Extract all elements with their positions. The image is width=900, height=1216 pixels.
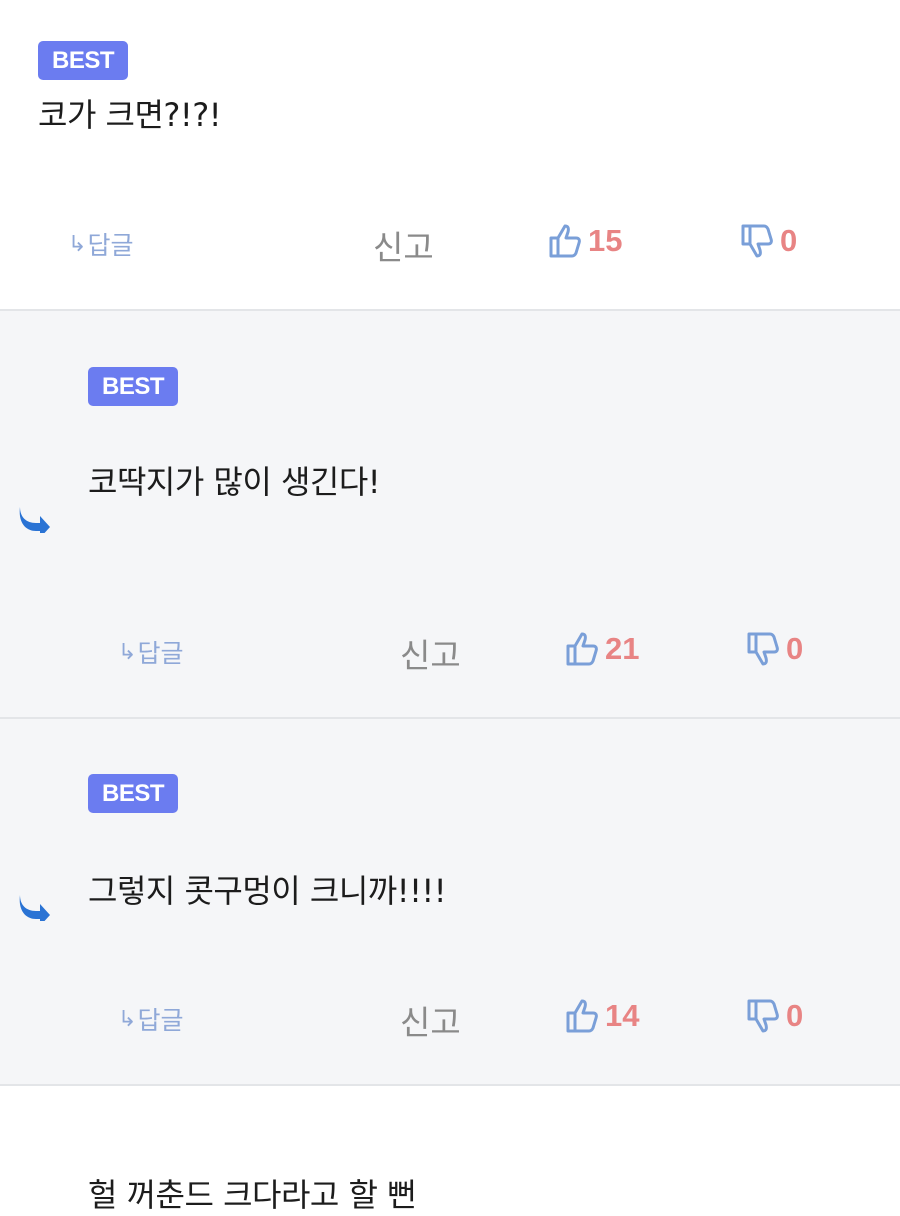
comment-item: 헐 꺼춘드 크다라고 할 뻔	[0, 1086, 900, 1214]
like-count: 21	[605, 631, 640, 666]
like-count: 14	[605, 998, 640, 1033]
reply-comment-item: BEST 그렇지 콧구멍이 크니까!!!! ↳ 답글 신고 14 0	[0, 719, 900, 1086]
report-button[interactable]: 신고	[373, 221, 434, 269]
like-button[interactable]: 14	[565, 998, 639, 1034]
reply-small-arrow-icon: ↳	[118, 639, 137, 665]
reply-label: 답글	[87, 231, 134, 260]
reply-label: 답글	[137, 639, 184, 668]
thumbs-up-icon	[566, 632, 598, 666]
dislike-button[interactable]: 0	[746, 998, 803, 1034]
report-button[interactable]: 신고	[400, 996, 461, 1044]
reply-comment-item: BEST 코딱지가 많이 생긴다! ↳ 답글 신고 21 0	[0, 311, 900, 719]
reply-small-arrow-icon: ↳	[118, 1006, 137, 1032]
best-badge: BEST	[88, 367, 178, 406]
comment-item: BEST 코가 크면?!?! ↳ 답글 신고 15 0	[0, 0, 900, 311]
thumbs-down-icon	[747, 999, 779, 1033]
dislike-count: 0	[786, 998, 804, 1033]
dislike-count: 0	[780, 223, 798, 258]
reply-small-arrow-icon: ↳	[68, 231, 87, 257]
reply-button[interactable]: ↳ 답글	[118, 1001, 183, 1037]
report-button[interactable]: 신고	[400, 629, 461, 677]
dislike-button[interactable]: 0	[740, 223, 797, 259]
comment-text: 코딱지가 많이 생긴다!	[88, 463, 381, 501]
thumbs-up-icon	[549, 224, 581, 258]
comment-text: 헐 꺼춘드 크다라고 할 뻔	[88, 1176, 417, 1214]
comment-text: 코가 크면?!?!	[38, 96, 222, 134]
reply-arrow-icon	[19, 507, 50, 533]
thumbs-down-icon	[741, 224, 773, 258]
reply-label: 답글	[137, 1006, 184, 1035]
best-badge: BEST	[38, 41, 128, 80]
dislike-button[interactable]: 0	[746, 631, 803, 667]
like-count: 15	[588, 223, 623, 258]
thumbs-down-icon	[747, 632, 779, 666]
reply-arrow-icon	[19, 895, 50, 921]
reply-button[interactable]: ↳ 답글	[118, 634, 183, 670]
comment-text: 그렇지 콧구멍이 크니까!!!!	[88, 872, 447, 910]
reply-button[interactable]: ↳ 답글	[68, 226, 133, 262]
thumbs-up-icon	[566, 999, 598, 1033]
dislike-count: 0	[786, 631, 804, 666]
like-button[interactable]: 21	[565, 631, 639, 667]
like-button[interactable]: 15	[548, 223, 622, 259]
best-badge: BEST	[88, 774, 178, 813]
